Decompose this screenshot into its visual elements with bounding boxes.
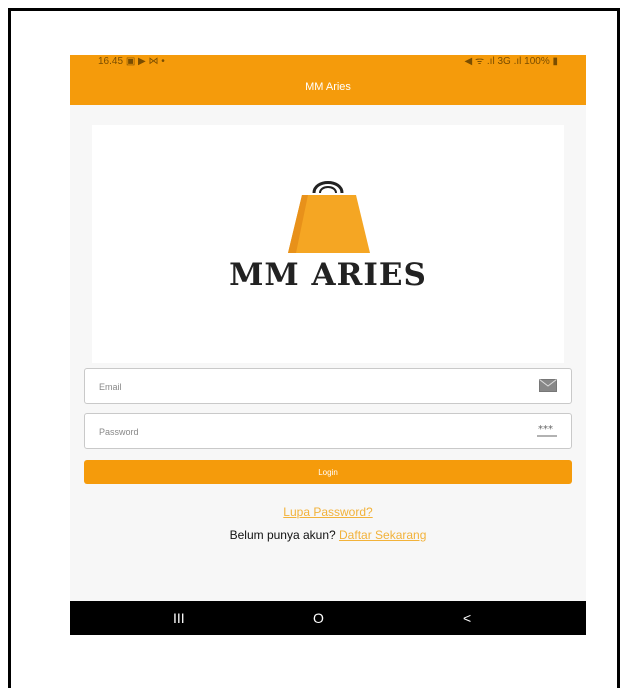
android-nav-bar: III O < <box>70 601 586 635</box>
status-time: 16.45 <box>98 56 124 67</box>
status-left: 16.45 ▣ ▶ ⋈ • <box>98 55 165 69</box>
no-account-text: Belum punya akun? <box>229 528 336 542</box>
status-right: ◀ ᯤ .ıl 3G .ıl 100% ▮ <box>464 56 558 67</box>
email-field-container <box>84 368 572 405</box>
password-field-container: *** <box>84 413 572 450</box>
brand-wordmark: MM ARIES <box>229 257 427 293</box>
app-bar: MM Aries <box>70 69 586 105</box>
back-button[interactable]: < <box>463 601 471 635</box>
login-button[interactable]: Login <box>84 460 572 484</box>
status-icons: ▣ ▶ ⋈ • <box>125 56 165 67</box>
password-dots-icon: *** <box>537 424 557 437</box>
envelope-icon <box>539 379 557 392</box>
shopping-bag-icon <box>288 181 370 253</box>
svg-text:***: *** <box>538 424 553 435</box>
forgot-password-link[interactable]: Lupa Password? <box>70 505 586 519</box>
status-bar: 16.45 ▣ ▶ ⋈ • ◀ ᯤ .ıl 3G .ıl 100% ▮ <box>70 55 586 69</box>
email-input[interactable] <box>97 369 501 405</box>
recent-apps-button[interactable]: III <box>173 601 185 635</box>
home-button[interactable]: O <box>313 601 324 635</box>
logo-card: MM ARIES <box>92 125 564 363</box>
app-title: MM Aries <box>305 81 351 93</box>
register-link[interactable]: Daftar Sekarang <box>339 528 426 542</box>
phone-screen: 16.45 ▣ ▶ ⋈ • ◀ ᯤ .ıl 3G .ıl 100% ▮ MM A… <box>70 55 586 635</box>
password-input[interactable] <box>97 414 501 450</box>
signup-prompt: Belum punya akun? Daftar Sekarang <box>70 528 586 542</box>
